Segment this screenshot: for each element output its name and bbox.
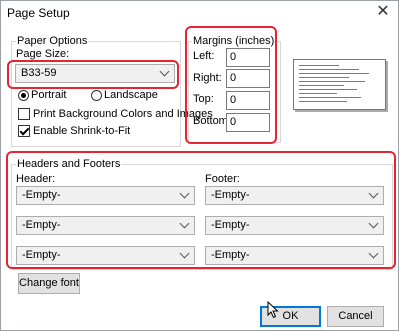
check-icon — [19, 125, 30, 136]
paper-options-label: Paper Options — [16, 35, 89, 47]
change-font-button[interactable]: Change font — [18, 273, 80, 294]
preview-line — [299, 93, 337, 94]
close-icon[interactable]: ✕ — [374, 3, 392, 21]
shrink-to-fit-label: Enable Shrink-to-Fit — [33, 125, 131, 137]
radio-selected-dot — [21, 93, 26, 98]
mouse-pointer-icon — [267, 301, 279, 319]
shrink-to-fit-checkbox[interactable] — [18, 125, 30, 137]
highlight-headers-footers — [6, 151, 396, 269]
dialog-title: Page Setup — [7, 6, 70, 20]
preview-line — [299, 89, 357, 90]
portrait-label: Portrait — [31, 89, 67, 101]
cancel-button[interactable]: Cancel — [327, 306, 384, 327]
preview-line — [299, 85, 344, 86]
landscape-label: Landscape — [104, 89, 158, 101]
preview-line — [299, 77, 349, 78]
highlight-margins — [185, 26, 277, 144]
title-bar: Page Setup ✕ — [1, 1, 398, 27]
portrait-radio[interactable] — [18, 90, 29, 101]
page-size-label: Page Size: — [16, 48, 70, 60]
preview-line — [299, 81, 365, 82]
preview-line — [299, 97, 361, 98]
preview-line — [299, 73, 369, 74]
preview-line — [299, 69, 359, 70]
highlight-page-size — [7, 60, 179, 89]
preview-line — [299, 65, 339, 66]
print-background-checkbox[interactable] — [18, 108, 30, 120]
preview-line — [299, 101, 347, 102]
page-preview — [293, 59, 386, 110]
page-setup-dialog: Page Setup ✕ Paper Options Page Size: B3… — [0, 0, 399, 331]
landscape-radio[interactable] — [91, 90, 102, 101]
